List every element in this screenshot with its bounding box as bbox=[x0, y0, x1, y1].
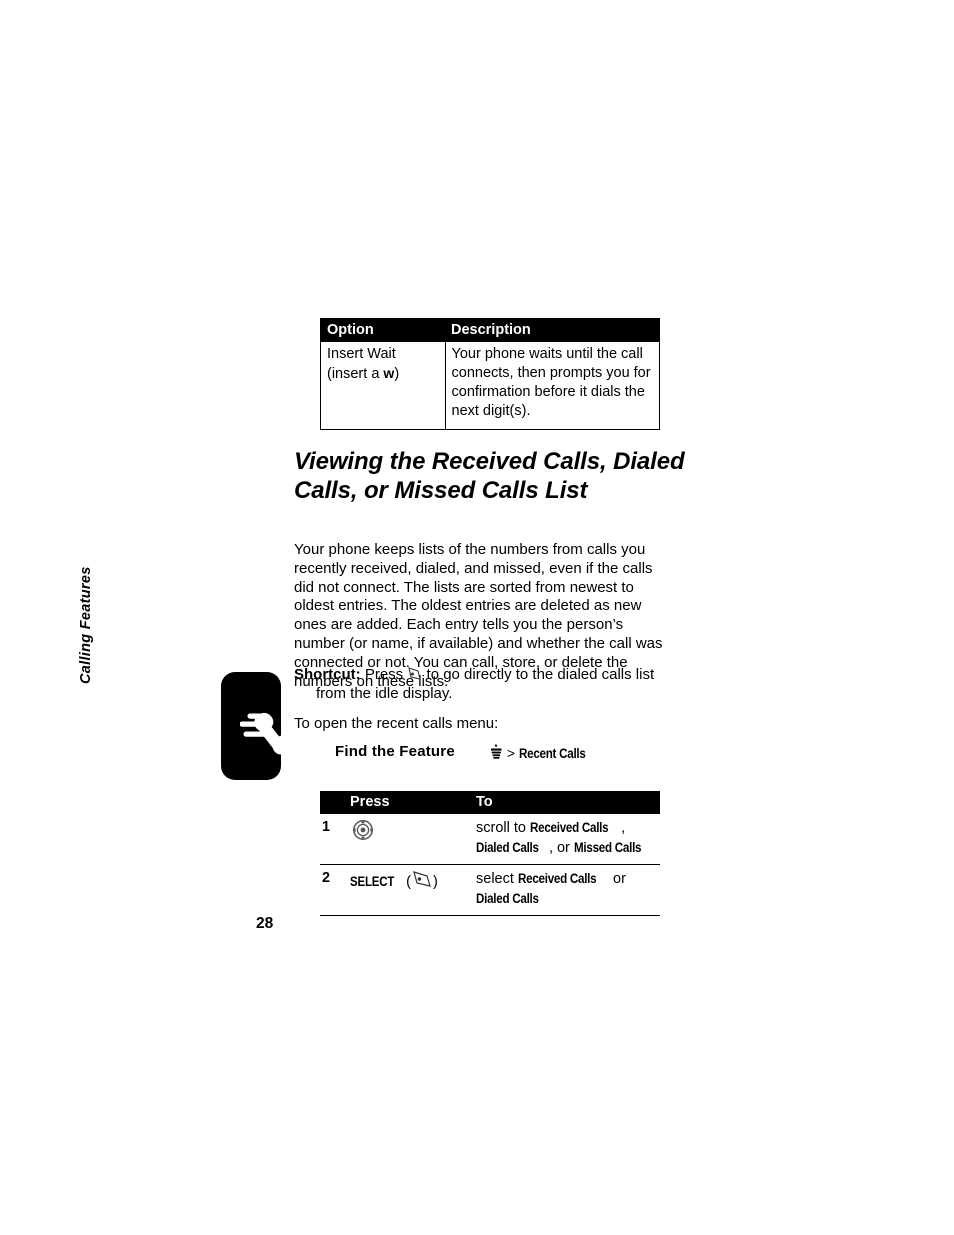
page-title: Viewing the Received Calls, Dialed Calls… bbox=[294, 448, 685, 505]
cell-option: Insert Wait (insert a w) bbox=[320, 342, 446, 430]
step-press-key bbox=[342, 814, 470, 865]
step-description: scroll to Received Calls, Dialed Calls , … bbox=[470, 814, 660, 865]
menu-icon bbox=[491, 744, 502, 759]
keyword-dialed-calls: Dialed Calls bbox=[476, 840, 539, 855]
softkey-icon bbox=[413, 871, 431, 887]
keyword-missed-calls: Missed Calls bbox=[573, 840, 642, 855]
column-header-to: To bbox=[470, 791, 660, 814]
page-number: 28 bbox=[256, 915, 274, 932]
table-row: Insert Wait (insert a w) Your phone wait… bbox=[320, 342, 660, 430]
option-name: Insert Wait bbox=[327, 346, 396, 362]
softkey-icon bbox=[408, 667, 422, 680]
step-text-mid1: , bbox=[621, 820, 626, 836]
find-the-feature-label: Find the Feature bbox=[335, 743, 455, 760]
path-item-recent-calls: Recent Calls bbox=[518, 746, 586, 761]
keyword-received-calls: Received Calls bbox=[517, 871, 597, 886]
steps-table: Press To 1 scroll to Received Calls , Di… bbox=[320, 791, 660, 916]
column-header-press: Press bbox=[342, 791, 470, 814]
chapter-label: Calling Features bbox=[78, 566, 94, 684]
softkey-paren-close: ) bbox=[432, 874, 438, 890]
table-header-row: Option Description bbox=[320, 318, 660, 342]
option-note-prefix: (insert a bbox=[327, 366, 384, 382]
navigation-wheel-icon bbox=[352, 820, 374, 840]
find-the-feature-row: Find the Feature > Recent Calls bbox=[335, 743, 665, 765]
table-header-row: Press To bbox=[320, 791, 660, 814]
cell-description: Your phone waits until the call connects… bbox=[444, 342, 660, 430]
column-header-option: Option bbox=[320, 318, 445, 342]
option-note-code: w bbox=[383, 365, 395, 381]
step-press-key: SELECT ( ) bbox=[342, 864, 470, 916]
manual-page: Calling Features Option Description Inse… bbox=[0, 0, 954, 1235]
table-row: 1 scroll to Received Calls, Dialed Calls… bbox=[320, 814, 660, 865]
column-header-description: Description bbox=[445, 318, 660, 342]
step-text-pre: scroll to bbox=[476, 820, 530, 836]
step-text-pre: select bbox=[476, 871, 518, 887]
step-text-mid1: or bbox=[609, 871, 626, 887]
softkey-label: SELECT bbox=[350, 874, 395, 889]
shortcut-continuation: from the idle display. bbox=[316, 685, 453, 702]
shortcut-block: Shortcut: Press to go directly to the di… bbox=[294, 665, 666, 703]
shortcut-text-before: Press bbox=[360, 666, 408, 683]
path-separator: > bbox=[506, 745, 516, 761]
step-number: 2 bbox=[320, 864, 342, 916]
options-table: Option Description Insert Wait (insert a… bbox=[320, 318, 660, 430]
keyword-dialed-calls: Dialed Calls bbox=[476, 891, 539, 906]
option-note-suffix: ) bbox=[394, 366, 400, 382]
intro-line: To open the recent calls menu: bbox=[294, 715, 499, 732]
step-text-mid2: , or bbox=[548, 840, 574, 856]
keyword-received-calls: Received Calls bbox=[530, 820, 609, 835]
shortcut-text-after: to go directly to the dialed calls list bbox=[422, 666, 655, 683]
column-header-number bbox=[320, 791, 342, 814]
step-description: select Received Calls or Dialed Calls bbox=[470, 864, 660, 916]
table-row: 2 SELECT ( ) select Received Calls or Di… bbox=[320, 864, 660, 916]
find-the-feature-path: > Recent Calls bbox=[490, 744, 596, 761]
shortcut-label: Shortcut: bbox=[294, 666, 361, 683]
step-number: 1 bbox=[320, 814, 342, 865]
